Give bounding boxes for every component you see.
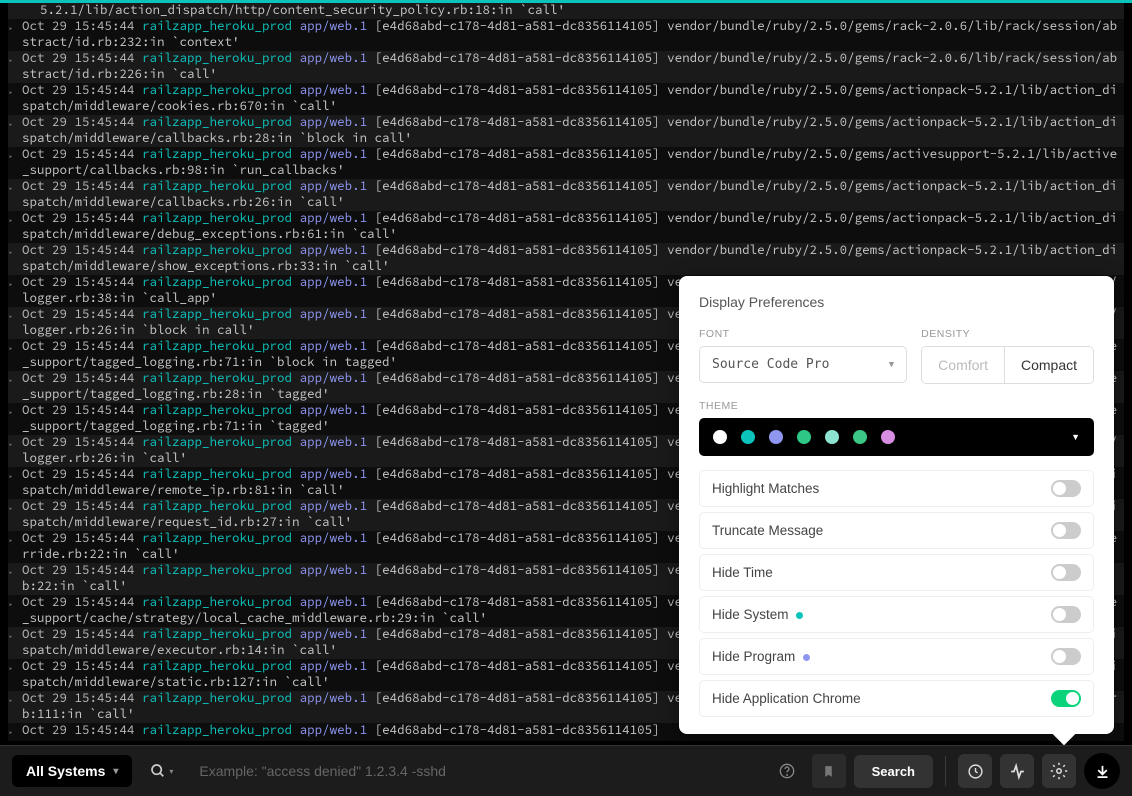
expand-icon[interactable]: ▸ <box>8 371 20 403</box>
toggle-switch[interactable] <box>1051 564 1081 581</box>
clock-icon[interactable] <box>958 754 992 788</box>
font-label: FONT <box>699 328 907 340</box>
theme-swatch[interactable] <box>741 430 755 444</box>
color-dot <box>796 612 803 619</box>
search-input[interactable] <box>191 755 761 787</box>
divider <box>945 756 946 786</box>
toggle-switch[interactable] <box>1051 648 1081 665</box>
expand-icon[interactable]: ▸ <box>8 211 20 243</box>
density-label: DENSITY <box>921 328 1094 340</box>
theme-swatch[interactable] <box>881 430 895 444</box>
help-icon[interactable] <box>770 754 804 788</box>
toggle-row: Truncate Message <box>699 512 1094 549</box>
toggle-switch[interactable] <box>1051 606 1081 623</box>
toggle-row: Hide Time <box>699 554 1094 591</box>
chevron-down-icon: ▼ <box>889 360 894 370</box>
theme-swatch[interactable] <box>713 430 727 444</box>
log-line-partial[interactable]: 5.2.1/lib/action_dispatch/http/content_s… <box>8 3 1124 19</box>
chevron-down-icon: ▼ <box>1071 432 1080 442</box>
display-preferences-panel: Display Preferences FONT Source Code Pro… <box>679 276 1114 734</box>
activity-icon[interactable] <box>1000 754 1034 788</box>
toggle-label: Hide Program <box>712 649 810 664</box>
expand-icon[interactable]: ▸ <box>8 627 20 659</box>
expand-icon[interactable]: ▸ <box>8 595 20 627</box>
toggle-label: Truncate Message <box>712 523 823 538</box>
log-line[interactable]: ▸Oct 29 15:45:44 railzapp_heroku_prod ap… <box>8 83 1124 115</box>
toggle-switch[interactable] <box>1051 522 1081 539</box>
expand-icon[interactable]: ▸ <box>8 147 20 179</box>
expand-icon[interactable]: ▸ <box>8 531 20 563</box>
systems-label: All Systems <box>26 763 105 779</box>
log-line[interactable]: ▸Oct 29 15:45:44 railzapp_heroku_prod ap… <box>8 179 1124 211</box>
expand-icon[interactable]: ▸ <box>8 499 20 531</box>
search-icon <box>150 763 166 779</box>
log-line[interactable]: ▸Oct 29 15:45:44 railzapp_heroku_prod ap… <box>8 211 1124 243</box>
expand-icon[interactable]: ▸ <box>8 243 20 275</box>
systems-dropdown[interactable]: All Systems ▾ <box>12 755 132 787</box>
chevron-down-icon: ▾ <box>169 767 173 776</box>
theme-swatch[interactable] <box>769 430 783 444</box>
log-line[interactable]: ▸Oct 29 15:45:44 railzapp_heroku_prod ap… <box>8 243 1124 275</box>
log-line[interactable]: ▸Oct 29 15:45:44 railzapp_heroku_prod ap… <box>8 51 1124 83</box>
log-line[interactable]: ▸Oct 29 15:45:44 railzapp_heroku_prod ap… <box>8 147 1124 179</box>
density-comfort-button[interactable]: Comfort <box>922 347 1004 383</box>
expand-icon[interactable]: ▸ <box>8 467 20 499</box>
log-text: Oct 29 15:45:44 railzapp_heroku_prod app… <box>20 211 1124 243</box>
theme-select[interactable]: ▼ <box>699 418 1094 456</box>
log-text: Oct 29 15:45:44 railzapp_heroku_prod app… <box>20 51 1124 83</box>
expand-icon[interactable]: ▸ <box>8 403 20 435</box>
density-compact-button[interactable]: Compact <box>1004 347 1093 383</box>
scroll-bottom-icon[interactable] <box>1084 753 1120 789</box>
prefs-title: Display Preferences <box>699 294 1094 310</box>
density-toggle: Comfort Compact <box>921 346 1094 384</box>
toggle-label: Hide System <box>712 607 803 622</box>
theme-swatch[interactable] <box>853 430 867 444</box>
toggle-label: Highlight Matches <box>712 481 819 496</box>
expand-icon[interactable]: ▸ <box>8 179 20 211</box>
theme-label: THEME <box>699 400 1094 412</box>
expand-icon[interactable]: ▸ <box>8 115 20 147</box>
expand-icon[interactable]: ▸ <box>8 307 20 339</box>
log-text: Oct 29 15:45:44 railzapp_heroku_prod app… <box>20 179 1124 211</box>
expand-icon[interactable]: ▸ <box>8 659 20 691</box>
toggle-row: Hide Application Chrome <box>699 680 1094 717</box>
color-dot <box>803 654 810 661</box>
expand-icon[interactable]: ▸ <box>8 51 20 83</box>
chevron-down-icon: ▾ <box>113 766 118 777</box>
search-button[interactable]: Search <box>854 755 933 788</box>
log-text: Oct 29 15:45:44 railzapp_heroku_prod app… <box>20 83 1124 115</box>
log-line[interactable]: ▸Oct 29 15:45:44 railzapp_heroku_prod ap… <box>8 115 1124 147</box>
theme-swatch[interactable] <box>825 430 839 444</box>
toggle-label: Hide Application Chrome <box>712 691 861 706</box>
expand-icon[interactable]: ▸ <box>8 275 20 307</box>
font-value: Source Code Pro <box>712 357 829 372</box>
theme-swatch[interactable] <box>797 430 811 444</box>
log-text: Oct 29 15:45:44 railzapp_heroku_prod app… <box>20 19 1124 51</box>
toggle-row: Hide Program <box>699 638 1094 675</box>
log-text: Oct 29 15:45:44 railzapp_heroku_prod app… <box>20 147 1124 179</box>
toggle-switch[interactable] <box>1051 480 1081 497</box>
log-text: Oct 29 15:45:44 railzapp_heroku_prod app… <box>20 115 1124 147</box>
bottom-toolbar: All Systems ▾ ▾ Search <box>0 745 1132 796</box>
font-select[interactable]: Source Code Pro ▼ <box>699 346 907 383</box>
expand-icon[interactable]: ▸ <box>8 19 20 51</box>
toggle-label: Hide Time <box>712 565 773 580</box>
expand-icon[interactable]: ▸ <box>8 691 20 723</box>
toggle-switch[interactable] <box>1051 690 1081 707</box>
bookmark-icon[interactable] <box>812 754 846 788</box>
expand-icon[interactable]: ▸ <box>8 563 20 595</box>
toggle-row: Highlight Matches <box>699 470 1094 507</box>
toggle-row: Hide System <box>699 596 1094 633</box>
log-text: Oct 29 15:45:44 railzapp_heroku_prod app… <box>20 243 1124 275</box>
search-mode-button[interactable]: ▾ <box>140 755 183 787</box>
expand-icon[interactable]: ▸ <box>8 83 20 115</box>
expand-icon[interactable]: ▸ <box>8 723 20 741</box>
expand-icon[interactable]: ▸ <box>8 339 20 371</box>
expand-icon[interactable]: ▸ <box>8 435 20 467</box>
settings-icon[interactable] <box>1042 754 1076 788</box>
log-line[interactable]: ▸Oct 29 15:45:44 railzapp_heroku_prod ap… <box>8 19 1124 51</box>
toggle-list: Highlight Matches Truncate Message Hide Ti… <box>699 470 1094 722</box>
